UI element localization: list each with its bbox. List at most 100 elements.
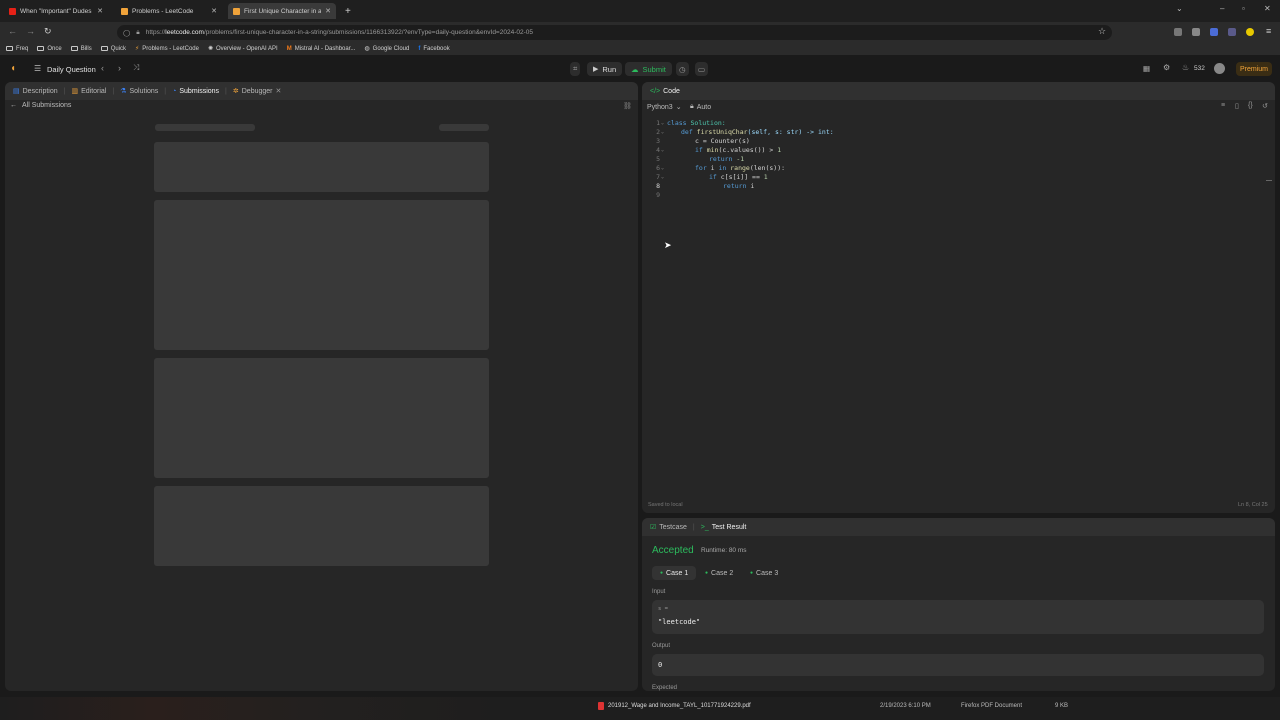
tab-description[interactable]: ▤ Description xyxy=(13,87,58,96)
window-close-icon[interactable]: ✕ xyxy=(1264,4,1271,13)
bookmark-link[interactable]: f Facebook xyxy=(418,46,449,52)
loading-skeleton xyxy=(439,124,489,131)
extension-icon[interactable] xyxy=(1228,28,1236,36)
gear-icon[interactable]: ⚙ xyxy=(1163,63,1170,72)
tab-test-result[interactable]: >_ Test Result xyxy=(701,524,747,531)
bookmark-folder[interactable]: Bills xyxy=(70,46,92,52)
fold-icon[interactable]: ⌄ xyxy=(661,147,664,153)
globe-icon: ◍ xyxy=(364,46,370,52)
code-token: min xyxy=(702,146,719,154)
code-token: (len(s)): xyxy=(749,164,786,172)
close-icon[interactable]: ✕ xyxy=(276,87,282,95)
arrow-left-icon: ← xyxy=(10,102,17,109)
leetcode-logo-icon[interactable]: ◖ xyxy=(10,63,20,74)
extension-icon[interactable] xyxy=(1246,28,1254,36)
code-token: c = Counter(s) xyxy=(695,137,750,145)
layout-icon[interactable]: ▦ xyxy=(1143,64,1150,73)
tab-code[interactable]: </> Code xyxy=(650,88,680,95)
url-domain: leetcode.com xyxy=(165,29,204,36)
daily-question-link[interactable]: Daily Question xyxy=(47,65,96,74)
run-button[interactable]: ▶ Run xyxy=(587,62,623,76)
folder-icon xyxy=(6,46,13,51)
bookmark-link[interactable]: ◍ Google Cloud xyxy=(364,45,410,53)
submit-label: Submit xyxy=(642,64,666,74)
bookmarks-bar: Freq Once Bills Quick ⚡︎ Problems - LeetC… xyxy=(0,42,1280,56)
chevron-right-icon[interactable]: › xyxy=(118,63,121,73)
close-icon[interactable]: ✕ xyxy=(211,7,217,15)
extension-icon[interactable] xyxy=(1210,28,1218,36)
code-token: i xyxy=(706,164,719,172)
tab-solutions[interactable]: ⚗ Solutions xyxy=(120,87,158,96)
url-path: /problems/first-unique-character-in-a-st… xyxy=(203,29,533,36)
bookmark-label: Google Cloud xyxy=(372,45,410,52)
bookmark-link[interactable]: ✺ Overview - OpenAI API xyxy=(208,45,278,53)
leetcode-icon: ⚡︎ xyxy=(135,46,140,52)
bookmark-star-icon[interactable]: ☆ xyxy=(1098,26,1106,37)
code-token: return xyxy=(723,182,747,190)
bookmark-label: Facebook xyxy=(423,45,450,52)
auto-toggle[interactable]: 🔒︎ Auto xyxy=(690,103,711,111)
chevron-left-icon[interactable]: ‹ xyxy=(101,63,104,73)
loading-skeleton xyxy=(154,200,489,350)
premium-button[interactable]: Premium xyxy=(1236,62,1273,76)
fold-icon[interactable]: ⌄ xyxy=(661,174,664,180)
extensions-icon[interactable] xyxy=(1192,28,1200,36)
timer-button[interactable]: ◷ xyxy=(676,62,689,76)
back-icon[interactable]: ← xyxy=(8,26,17,36)
bookmark-folder[interactable]: Quick xyxy=(100,46,126,52)
bookmark-folder[interactable]: Once xyxy=(37,46,62,52)
scrollbar-marker[interactable] xyxy=(1266,180,1272,181)
fold-icon[interactable]: ⌄ xyxy=(661,165,664,171)
submit-button[interactable]: ☁ Submit xyxy=(625,62,672,76)
notes-button[interactable]: ▭ xyxy=(695,62,709,76)
debug-button[interactable]: ⌗ xyxy=(570,62,581,76)
close-icon[interactable]: ✕ xyxy=(97,7,103,15)
fold-icon[interactable]: ⌄ xyxy=(661,129,664,135)
input-variable: s = xyxy=(658,606,668,612)
code-token: firstUniqChar xyxy=(692,128,748,136)
tab-label: Test Result xyxy=(711,523,747,531)
close-icon[interactable]: ✕ xyxy=(325,7,331,15)
language-select[interactable]: Python3 ⌄ xyxy=(647,103,682,112)
tab-submissions[interactable]: ◔ Submissions xyxy=(172,88,219,95)
fold-icon[interactable]: ⌄ xyxy=(661,120,664,126)
url-bar[interactable]: ◯ 🔒︎ https://leetcode.com/problems/first… xyxy=(117,25,1112,40)
bookmark-icon[interactable]: ▯ xyxy=(1235,102,1239,110)
new-tab-button[interactable]: + xyxy=(340,3,354,19)
tab-testcase[interactable]: ☑ Testcase xyxy=(650,523,687,532)
format-icon[interactable]: ≡ xyxy=(1221,102,1225,109)
left-panel-tabs: ▤ Description | ▥ Editorial | ⚗ Solutions |… xyxy=(5,82,638,100)
browser-tab[interactable]: When "Important" Dudes Men ✕ xyxy=(4,3,108,19)
file-row[interactable]: 201912_Wage and Income_TAYL_101771924229… xyxy=(598,702,751,710)
avatar[interactable] xyxy=(1214,63,1225,74)
code-token: range xyxy=(726,164,750,172)
bookmark-label: Freq xyxy=(16,45,29,52)
browser-tab[interactable]: Problems - LeetCode ✕ xyxy=(116,3,222,19)
reset-icon[interactable]: ↺ xyxy=(1262,102,1268,110)
reload-icon[interactable]: ↻ xyxy=(44,26,52,37)
braces-icon[interactable]: {} xyxy=(1248,102,1253,109)
mistral-icon: M xyxy=(286,45,292,52)
case-3-tab[interactable]: ● Case 3 xyxy=(742,566,786,580)
all-submissions-link[interactable]: ← All Submissions xyxy=(10,102,71,109)
minimize-icon[interactable]: – xyxy=(1220,4,1224,13)
pocket-icon[interactable] xyxy=(1174,28,1182,36)
cloud-upload-icon: ☁ xyxy=(631,64,639,74)
forward-icon[interactable]: → xyxy=(26,26,35,36)
share-link-icon[interactable]: ⛓ xyxy=(623,102,632,110)
list-icon[interactable]: ☰ xyxy=(34,64,41,73)
maximize-icon[interactable]: ▫ xyxy=(1242,4,1245,13)
tab-list-icon[interactable]: ⌄ xyxy=(1176,4,1183,13)
tab-editorial[interactable]: ▥ Editorial xyxy=(71,87,106,96)
bookmark-link[interactable]: ⚡︎ Problems - LeetCode xyxy=(135,45,199,53)
browser-tab-active[interactable]: First Unique Character in a Strin ✕ xyxy=(228,3,336,19)
case-1-tab[interactable]: ● Case 1 xyxy=(652,566,697,580)
shuffle-icon[interactable]: ⤨ xyxy=(133,63,139,73)
code-token: i xyxy=(746,182,755,190)
bookmark-link[interactable]: M Mistral AI - Dashboar... xyxy=(287,46,356,52)
tab-debugger[interactable]: ✲ Debugger ✕ xyxy=(233,87,282,96)
streak-count[interactable]: 532 xyxy=(1194,65,1205,72)
menu-icon[interactable]: ≡ xyxy=(1266,26,1271,36)
case-2-tab[interactable]: ● Case 2 xyxy=(697,566,741,580)
bookmark-folder[interactable]: Freq xyxy=(6,46,28,52)
